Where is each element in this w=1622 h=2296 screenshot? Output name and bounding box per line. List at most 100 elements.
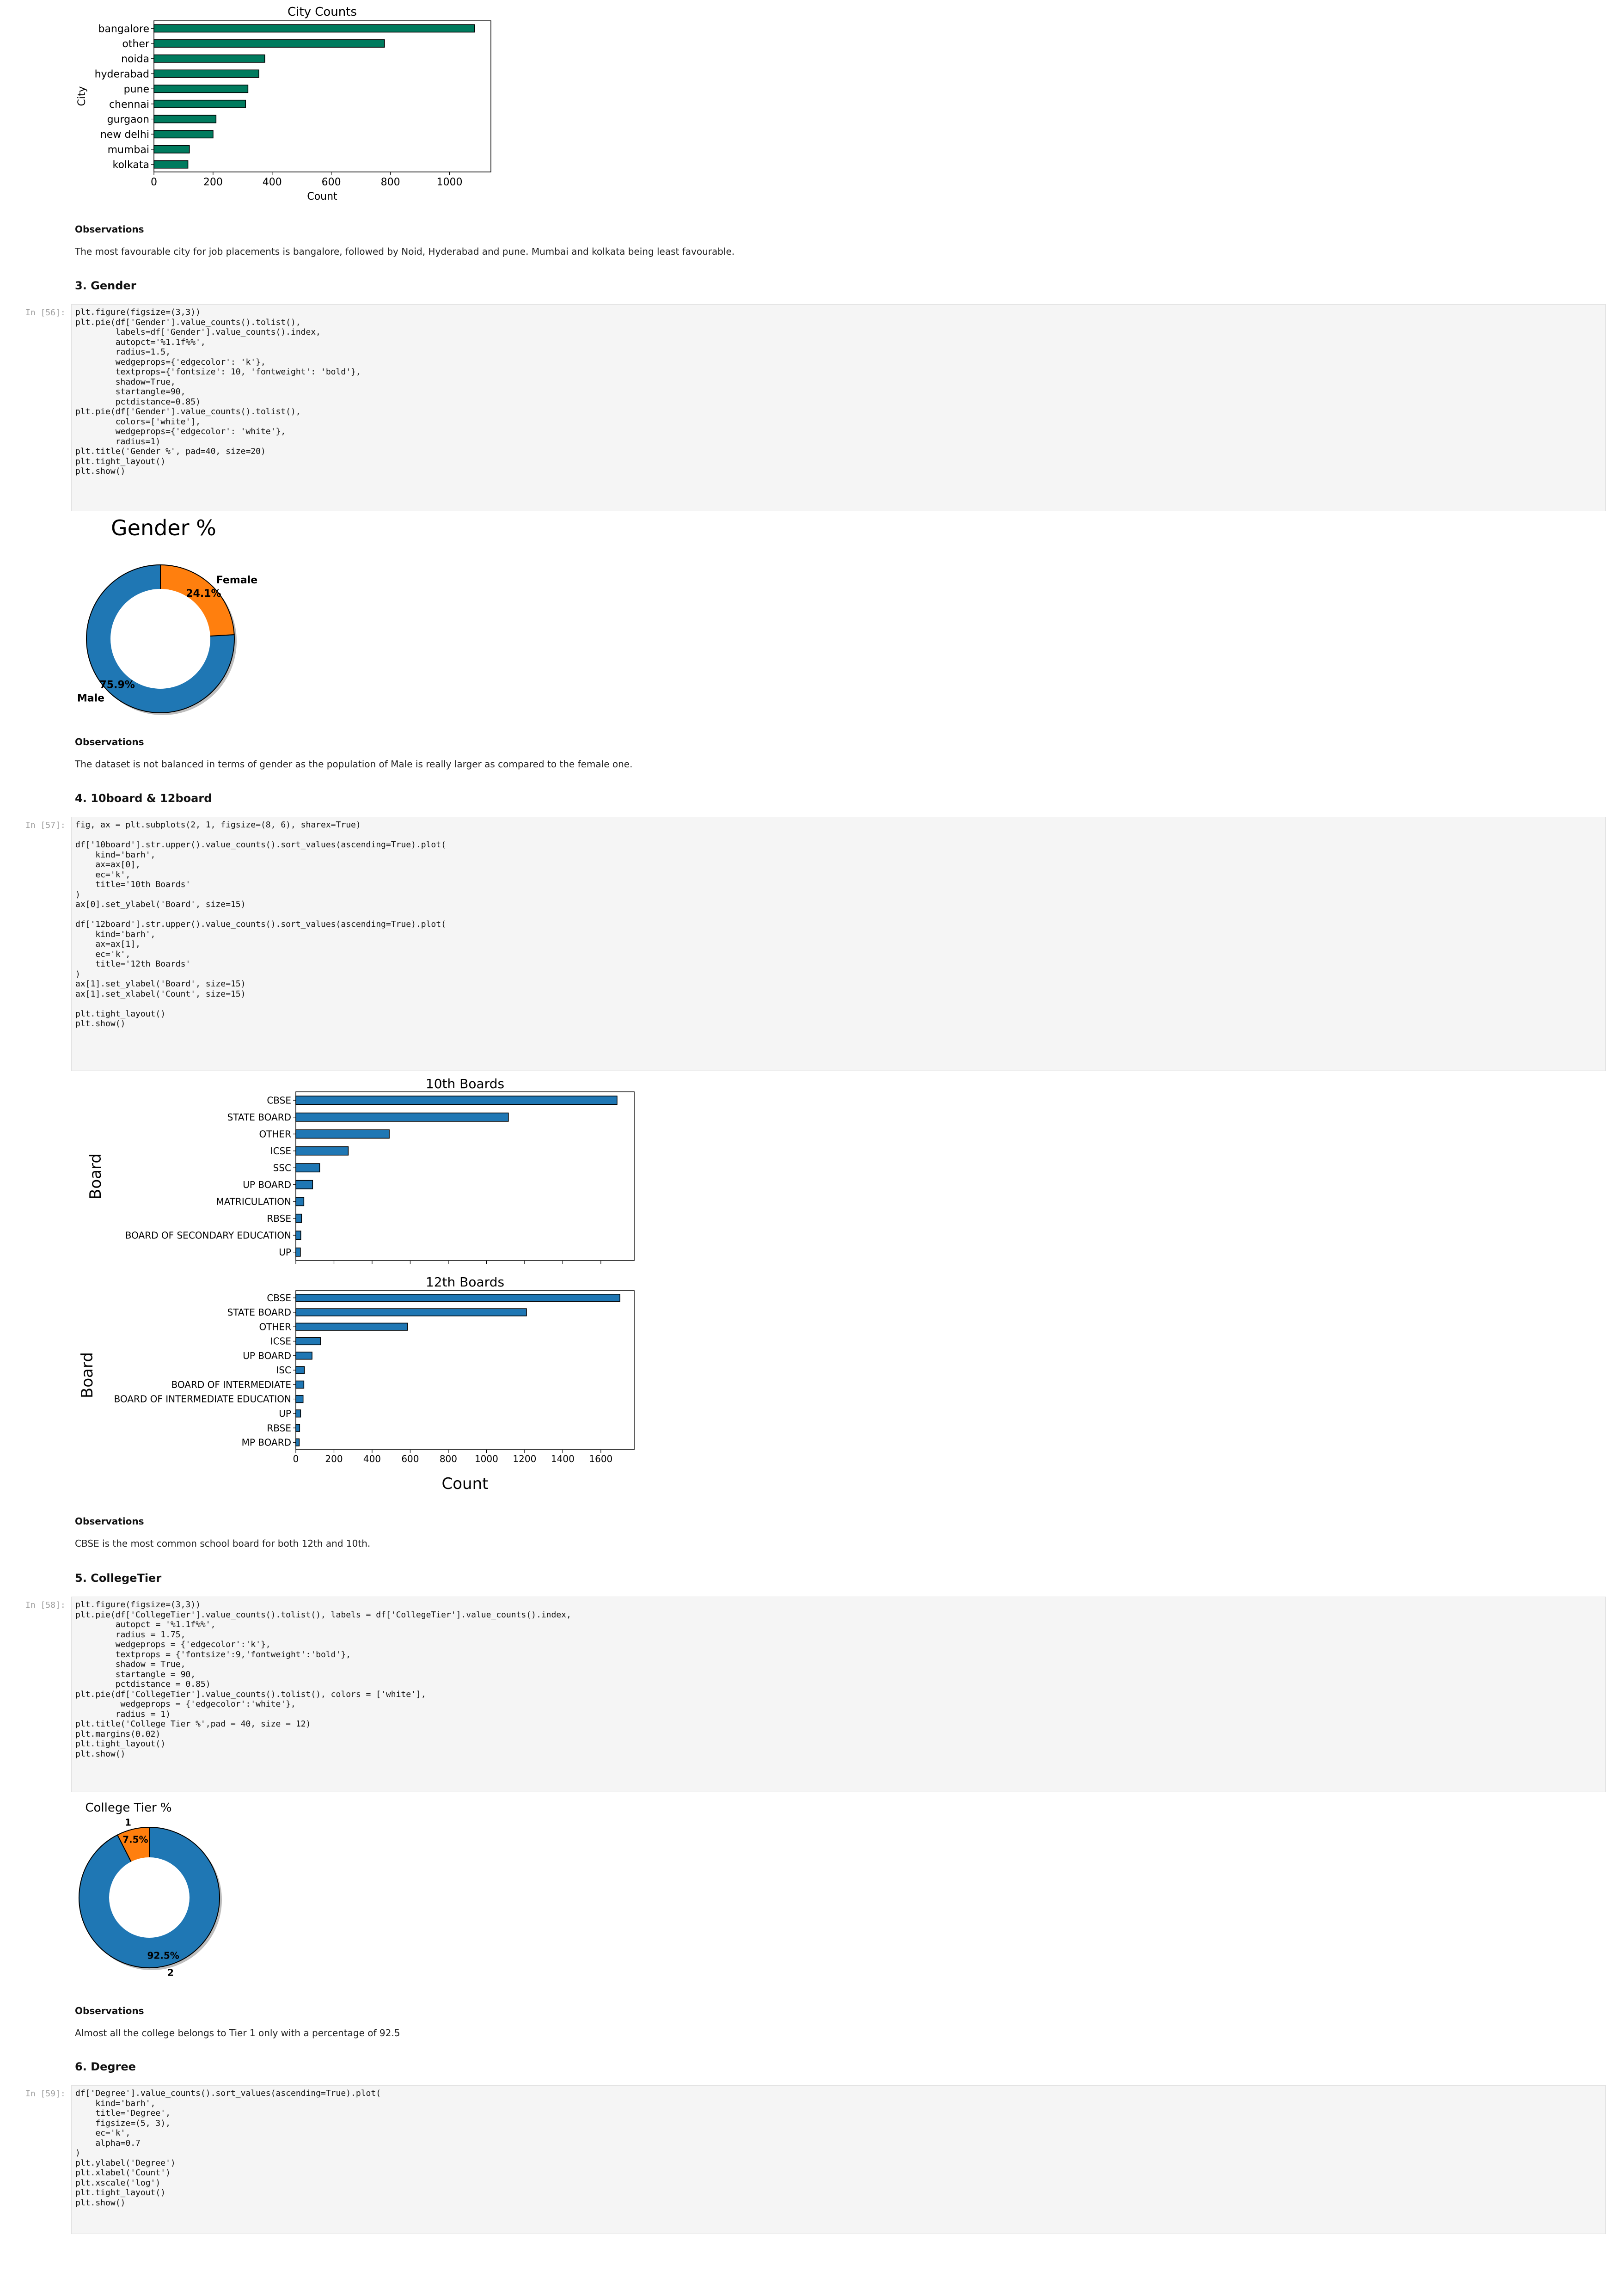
pie-category-label: 2 — [167, 1967, 174, 1978]
board12-xtick-label: 1200 — [513, 1453, 536, 1464]
code-line: ec='k', — [75, 949, 131, 959]
board12-bar — [295, 1294, 620, 1302]
board12-bar — [295, 1322, 408, 1331]
board10-bar — [295, 1146, 349, 1156]
code-line: title='Degree', — [75, 2108, 171, 2118]
code-cell-college-tier[interactable]: plt.figure(figsize=(3,3)) plt.pie(df['Col… — [71, 1597, 1606, 1792]
code-line: ) — [75, 969, 80, 979]
code-line: kind='barh', — [75, 850, 156, 860]
pie-percent-label: 7.5% — [122, 1834, 148, 1845]
code-line: ax[1].set_xlabel('Count', size=15) — [75, 989, 246, 999]
board10-category-label: BOARD OF SECONDARY EDUCATION — [125, 1230, 291, 1241]
board12-bar — [295, 1409, 301, 1418]
board-observations-text: CBSE is the most common school board for… — [75, 1538, 371, 1549]
code-line: plt.pie(df['CollegeTier'].value_counts()… — [75, 1689, 426, 1699]
board12-category-label: BOARD OF INTERMEDIATE — [171, 1379, 291, 1390]
board10-bar — [295, 1213, 302, 1223]
code-line: wedgeprops = {'edgecolor':'white'}, — [75, 1699, 296, 1709]
tier-observations-title: Observations — [75, 2005, 144, 2016]
city-bar — [153, 115, 217, 123]
board10-category-label: MATRICULATION — [216, 1196, 291, 1207]
code-line: plt.tight_layout() — [75, 2188, 166, 2198]
code-line: plt.xscale('log') — [75, 2178, 161, 2188]
board10-bar — [295, 1112, 509, 1122]
board12-xtick-label: 400 — [363, 1453, 381, 1464]
cell-prompt: In [58]: — [25, 1600, 66, 1610]
board12-category-label: STATE BOARD — [227, 1307, 291, 1318]
city-category-label: new delhi — [100, 129, 149, 141]
city-bar — [153, 130, 214, 139]
gender-observations-title: Observations — [75, 736, 144, 747]
code-line: wedgeprops={'edgecolor': 'k'}, — [75, 357, 266, 367]
code-line: pctdistance=0.85) — [75, 397, 201, 407]
code-line: radius = 1) — [75, 1709, 171, 1719]
pie-percent-label: 75.9% — [99, 680, 135, 691]
board10-category-label: UP — [279, 1247, 291, 1258]
code-line: radius = 1.75, — [75, 1629, 186, 1640]
board12-xtick-label: 1000 — [475, 1453, 498, 1464]
code-line: plt.show() — [75, 1019, 126, 1029]
city-bar — [153, 39, 385, 48]
city-xtick-label: 1000 — [436, 177, 462, 188]
city-counts-chart: City Counts bangalore other noida hyderabad… — [76, 5, 491, 202]
city-bar — [153, 145, 190, 153]
city-category-label: chennai — [109, 99, 149, 110]
code-line: df['12board'].str.upper().value_counts()… — [75, 919, 446, 929]
city-xtick-label: 600 — [322, 177, 341, 188]
board12-bar — [295, 1366, 305, 1374]
gender-heading: 3. Gender — [75, 279, 136, 292]
code-line: figsize=(5, 3), — [75, 2118, 171, 2128]
code-line: plt.tight_layout() — [75, 1739, 166, 1749]
code-line: title='10th Boards' — [75, 880, 191, 889]
code-line: wedgeprops = {'edgecolor':'k'}, — [75, 1640, 271, 1649]
board12-category-label: ICSE — [270, 1336, 291, 1347]
code-line: textprops = {'fontsize':9,'fontweight':'… — [75, 1649, 351, 1659]
cell-prompt: In [59]: — [25, 2089, 66, 2099]
code-cell-degree[interactable]: df['Degree'].value_counts().sort_values(… — [71, 2085, 1606, 2234]
board10-bar — [295, 1231, 301, 1240]
city-observations-text: The most favourable city for job placeme… — [75, 246, 735, 257]
code-line: ax[0].set_ylabel('Board', size=15) — [75, 900, 246, 909]
code-line: plt.title('Gender %', pad=40, size=20) — [75, 447, 266, 456]
city-bar — [153, 24, 475, 33]
pie-percent-label: 92.5% — [147, 1950, 179, 1961]
code-line: autopct = '%1.1f%%', — [75, 1620, 216, 1629]
city-y-axis-label: City — [76, 86, 88, 106]
tier-observations-text: Almost all the college belongs to Tier 1… — [75, 2027, 400, 2039]
board10-category-label: ICSE — [270, 1145, 291, 1157]
board12-category-label: BOARD OF INTERMEDIATE EDUCATION — [114, 1394, 291, 1405]
city-category-label: other — [122, 38, 150, 50]
code-line: colors=['white'], — [75, 416, 201, 427]
city-bar — [153, 160, 189, 169]
code-line: ec='k', — [75, 2128, 131, 2138]
board12-xtick-label: 0 — [293, 1453, 299, 1464]
board12-xtick-label: 200 — [325, 1453, 343, 1464]
code-line: df['10board'].str.upper().value_counts()… — [75, 840, 446, 850]
board12-bar — [295, 1380, 305, 1389]
code-cell-boards[interactable]: fig, ax = plt.subplots(2, 1, figsize=(8,… — [71, 817, 1606, 1071]
code-line: plt.pie(df['Gender'].value_counts().toli… — [75, 407, 301, 416]
code-line: wedgeprops={'edgecolor': 'white'}, — [75, 427, 286, 436]
board10-category-label: RBSE — [267, 1213, 291, 1224]
board10-category-label: UP BOARD — [243, 1179, 291, 1190]
cell-prompt: In [57]: — [25, 820, 66, 830]
code-line: plt.figure(figsize=(3,3)) — [75, 307, 201, 317]
board12-category-label: RBSE — [267, 1422, 291, 1433]
city-bar — [153, 54, 265, 63]
code-line: ax=ax[0], — [75, 860, 141, 869]
code-line: ax=ax[1], — [75, 939, 141, 949]
board12-chart-title: 12th Boards — [426, 1274, 504, 1290]
boards-chart: 10th Boards 12th Boards CBSE STATE BOARD O… — [78, 1076, 635, 1493]
city-xtick-label: 0 — [151, 177, 157, 188]
pie-hole — [110, 589, 210, 689]
tier-chart-title: College Tier % — [85, 1801, 171, 1815]
code-cell-gender[interactable]: plt.figure(figsize=(3,3)) plt.pie(df['Gen… — [71, 304, 1606, 511]
board10-y-axis-label: Board — [86, 1153, 105, 1200]
code-line: ) — [75, 889, 80, 900]
board12-xtick-label: 600 — [401, 1453, 419, 1464]
code-line: plt.show() — [75, 466, 126, 476]
board12-bar — [295, 1424, 300, 1432]
code-line: startangle=90, — [75, 387, 186, 397]
